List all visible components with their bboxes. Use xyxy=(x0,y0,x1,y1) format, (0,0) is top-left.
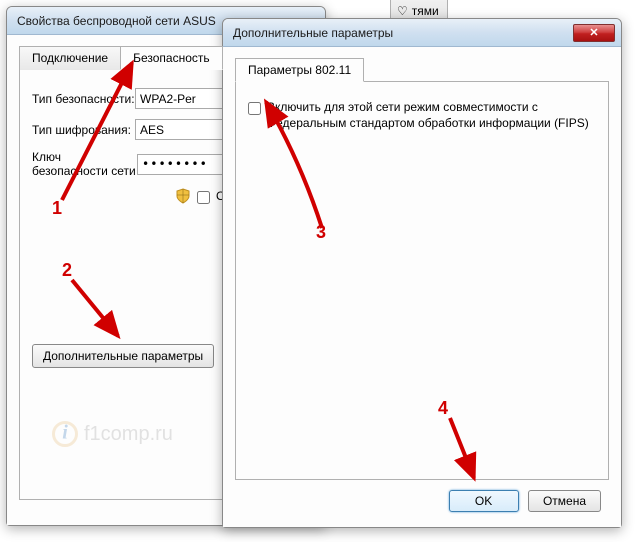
show-characters-checkbox[interactable] xyxy=(197,191,210,204)
advanced-settings-button[interactable]: Дополнительные параметры xyxy=(32,344,214,368)
dialog-buttons: OK Отмена xyxy=(235,480,609,520)
heart-icon: ♡ xyxy=(397,4,408,18)
shield-icon xyxy=(175,188,191,204)
tab-80211[interactable]: Параметры 802.11 xyxy=(235,58,364,82)
tab-security[interactable]: Безопасность xyxy=(120,46,223,70)
annotation-1: 1 xyxy=(52,198,62,219)
annotation-3: 3 xyxy=(316,222,326,243)
close-button[interactable]: ✕ xyxy=(573,24,615,42)
annotation-2: 2 xyxy=(62,260,72,281)
fips-checkbox[interactable] xyxy=(248,102,261,115)
tab-connection[interactable]: Подключение xyxy=(19,46,121,70)
tab-panel-80211: Включить для этой сети режим совместимос… xyxy=(235,82,609,480)
window-title: Дополнительные параметры xyxy=(229,26,573,40)
fips-row: Включить для этой сети режим совместимос… xyxy=(248,100,596,131)
watermark-icon xyxy=(52,421,78,447)
advanced-params-window: Дополнительные параметры ✕ Параметры 802… xyxy=(222,18,622,528)
watermark: f1comp.ru xyxy=(52,421,173,447)
encryption-type-label: Тип шифрования: xyxy=(32,123,135,137)
tabs: Параметры 802.11 xyxy=(235,57,609,82)
watermark-text: f1comp.ru xyxy=(84,423,173,446)
titlebar[interactable]: Дополнительные параметры ✕ xyxy=(223,19,621,47)
fips-checkbox-label: Включить для этой сети режим совместимос… xyxy=(267,100,596,131)
cancel-button[interactable]: Отмена xyxy=(528,490,601,512)
annotation-4: 4 xyxy=(438,398,448,419)
security-key-label: Ключ безопасности сети xyxy=(32,150,137,178)
ok-button[interactable]: OK xyxy=(449,490,519,512)
background-tab-label: тями xyxy=(412,4,439,18)
security-type-label: Тип безопасности: xyxy=(32,92,135,106)
